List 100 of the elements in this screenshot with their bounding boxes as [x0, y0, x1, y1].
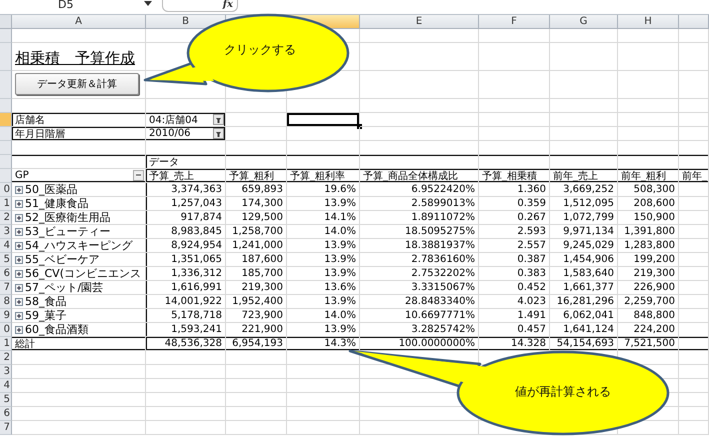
- sheet-cell[interactable]: [550, 71, 618, 99]
- sheet-cell[interactable]: [479, 71, 550, 99]
- row-header[interactable]: 0: [0, 183, 12, 197]
- sheet-cell[interactable]: 14.3%: [287, 337, 360, 351]
- sheet-cell[interactable]: 1,391,800: [618, 225, 679, 239]
- sheet-cell[interactable]: 1.8911072%: [360, 211, 479, 225]
- sheet-cell[interactable]: 5,178,718: [146, 309, 226, 323]
- sheet-cell[interactable]: [679, 267, 709, 281]
- sheet-cell[interactable]: 13.9%: [287, 267, 360, 281]
- sheet-cell[interactable]: [479, 127, 550, 141]
- row-header[interactable]: 8: [0, 295, 12, 309]
- sheet-cell[interactable]: 848,800: [618, 309, 679, 323]
- sheet-cell[interactable]: 1,512,095: [550, 197, 618, 211]
- sheet-cell[interactable]: [679, 281, 709, 295]
- row-header[interactable]: 7: [0, 281, 12, 295]
- sheet-cell[interactable]: 13.9%: [287, 197, 360, 211]
- sheet-cell[interactable]: 6,062,041: [550, 309, 618, 323]
- sheet-cell[interactable]: [287, 407, 360, 421]
- sheet-cell[interactable]: [360, 155, 479, 169]
- sheet-cell[interactable]: [226, 379, 287, 393]
- sheet-cell[interactable]: [12, 421, 146, 435]
- sheet-cell[interactable]: 1,241,000: [226, 239, 287, 253]
- sheet-cell[interactable]: [146, 421, 226, 435]
- row-header[interactable]: 2: [0, 351, 12, 365]
- sheet-cell[interactable]: [226, 127, 287, 141]
- sheet-cell[interactable]: [287, 99, 360, 113]
- sheet-cell[interactable]: 2.7532202%: [360, 267, 479, 281]
- row-header[interactable]: 4: [0, 239, 12, 253]
- sheet-cell[interactable]: [679, 71, 709, 99]
- sheet-cell[interactable]: [679, 365, 709, 379]
- row-header[interactable]: [0, 29, 12, 43]
- sheet-cell[interactable]: [679, 295, 709, 309]
- sheet-cell[interactable]: [12, 155, 146, 169]
- sheet-cell[interactable]: [679, 183, 709, 197]
- sheet-cell[interactable]: [550, 127, 618, 141]
- sheet-cell[interactable]: [226, 351, 287, 365]
- sheet-cell[interactable]: 0.359: [479, 197, 550, 211]
- sheet-cell[interactable]: 54,154,693: [550, 337, 618, 351]
- row-header[interactable]: [0, 141, 12, 155]
- sheet-cell[interactable]: 57_ペット/園芸: [12, 281, 146, 295]
- sheet-cell[interactable]: 4.023: [479, 295, 550, 309]
- filter-icon[interactable]: [213, 128, 224, 139]
- name-box[interactable]: D5: [58, 0, 144, 10]
- sheet-cell[interactable]: 14.328: [479, 337, 550, 351]
- expand-icon[interactable]: [15, 256, 23, 264]
- sheet-cell[interactable]: 1,257,043: [146, 197, 226, 211]
- sheet-cell[interactable]: [618, 99, 679, 113]
- caret-icon[interactable]: [144, 1, 152, 7]
- sheet-cell[interactable]: [679, 309, 709, 323]
- sheet-cell[interactable]: 129,500: [226, 211, 287, 225]
- sheet-cell[interactable]: [12, 351, 146, 365]
- sheet-cell[interactable]: [679, 211, 709, 225]
- sheet-cell[interactable]: 13.9%: [287, 239, 360, 253]
- sheet-cell[interactable]: [146, 99, 226, 113]
- sheet-cell[interactable]: 917,874: [146, 211, 226, 225]
- sheet-cell[interactable]: 1,351,065: [146, 253, 226, 267]
- sheet-cell[interactable]: [679, 239, 709, 253]
- sheet-cell[interactable]: [479, 29, 550, 43]
- expand-icon[interactable]: [15, 284, 23, 292]
- sheet-cell[interactable]: 1,072,799: [550, 211, 618, 225]
- sheet-cell[interactable]: [360, 99, 479, 113]
- sheet-cell[interactable]: GP: [12, 169, 146, 183]
- sheet-cell[interactable]: 1,336,312: [146, 267, 226, 281]
- sheet-cell[interactable]: [550, 29, 618, 43]
- sheet-cell[interactable]: [12, 99, 146, 113]
- sheet-cell[interactable]: データ: [146, 155, 226, 169]
- sheet-cell[interactable]: [226, 407, 287, 421]
- sheet-cell[interactable]: [679, 99, 709, 113]
- sheet-cell[interactable]: [287, 379, 360, 393]
- sheet-cell[interactable]: 1,258,700: [226, 225, 287, 239]
- sheet-cell[interactable]: 店舗名: [12, 113, 146, 127]
- sheet-cell[interactable]: 174,300: [226, 197, 287, 211]
- sheet-cell[interactable]: [618, 127, 679, 141]
- sheet-cell[interactable]: [226, 393, 287, 407]
- row-header[interactable]: [0, 113, 12, 127]
- sheet-cell[interactable]: [12, 393, 146, 407]
- sheet-cell[interactable]: [287, 113, 360, 127]
- sheet-cell[interactable]: 8,983,845: [146, 225, 226, 239]
- sheet-cell[interactable]: 2,259,700: [618, 295, 679, 309]
- row-header[interactable]: 3: [0, 225, 12, 239]
- fill-handle[interactable]: [357, 124, 362, 129]
- sheet-cell[interactable]: [679, 421, 709, 435]
- sheet-cell[interactable]: 59_菓子: [12, 309, 146, 323]
- sheet-cell[interactable]: 1,616,991: [146, 281, 226, 295]
- sheet-cell[interactable]: 56_CV(コンビニエンス: [12, 267, 146, 281]
- sheet-cell[interactable]: 723,900: [226, 309, 287, 323]
- column-header[interactable]: E: [360, 15, 479, 29]
- sheet-cell[interactable]: 18.5095275%: [360, 225, 479, 239]
- sheet-cell[interactable]: 1,593,241: [146, 323, 226, 337]
- dropdown-icon[interactable]: [133, 170, 144, 181]
- sheet-cell[interactable]: [550, 113, 618, 127]
- row-header[interactable]: 6: [0, 407, 12, 421]
- sheet-cell[interactable]: [679, 43, 709, 71]
- sheet-cell[interactable]: [618, 155, 679, 169]
- sheet-cell[interactable]: 7,521,500: [618, 337, 679, 351]
- sheet-cell[interactable]: [226, 113, 287, 127]
- sheet-cell[interactable]: [360, 421, 479, 435]
- sheet-cell[interactable]: [287, 141, 360, 155]
- sheet-cell[interactable]: [618, 71, 679, 99]
- sheet-cell[interactable]: [360, 113, 479, 127]
